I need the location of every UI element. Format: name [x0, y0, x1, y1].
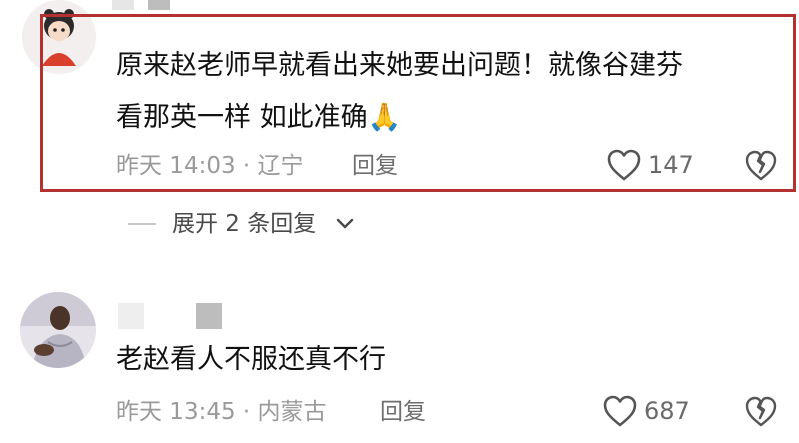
comment-meta: 昨天 13:45 · 内蒙古: [116, 399, 327, 425]
expand-replies-label: 展开 2 条回复: [172, 211, 317, 237]
username-placeholder: [196, 303, 222, 329]
comment-text: 老赵看人不服还真不行: [116, 344, 386, 375]
expand-divider: [128, 223, 156, 225]
comment-text-line2: 看那英一样 如此准确🙏: [116, 102, 401, 134]
broken-heart-icon[interactable]: [744, 394, 778, 428]
comment-meta: 昨天 14:03 · 辽宁: [116, 153, 304, 179]
comment-text: 原来赵老师早就看出来她要出问题！就像谷建芬: [116, 50, 683, 81]
heart-outline-icon[interactable]: [606, 148, 642, 182]
username-placeholder: [118, 303, 144, 329]
broken-heart-icon[interactable]: [744, 148, 778, 182]
heart-outline-icon[interactable]: [602, 394, 638, 428]
username-placeholder: [148, 0, 170, 10]
reply-button[interactable]: 回复: [380, 398, 426, 426]
chevron-down-icon: [336, 218, 354, 229]
reply-button[interactable]: 回复: [352, 152, 398, 180]
commenter-avatar[interactable]: [20, 292, 96, 368]
person-avatar-icon: [20, 292, 96, 368]
username-placeholder: [112, 0, 134, 10]
like-count: 147: [648, 151, 694, 179]
praying-hands-emoji: 🙏: [367, 102, 402, 133]
comment-text-continued: 看那英一样 如此准确: [116, 102, 368, 133]
like-count: 687: [644, 397, 690, 425]
